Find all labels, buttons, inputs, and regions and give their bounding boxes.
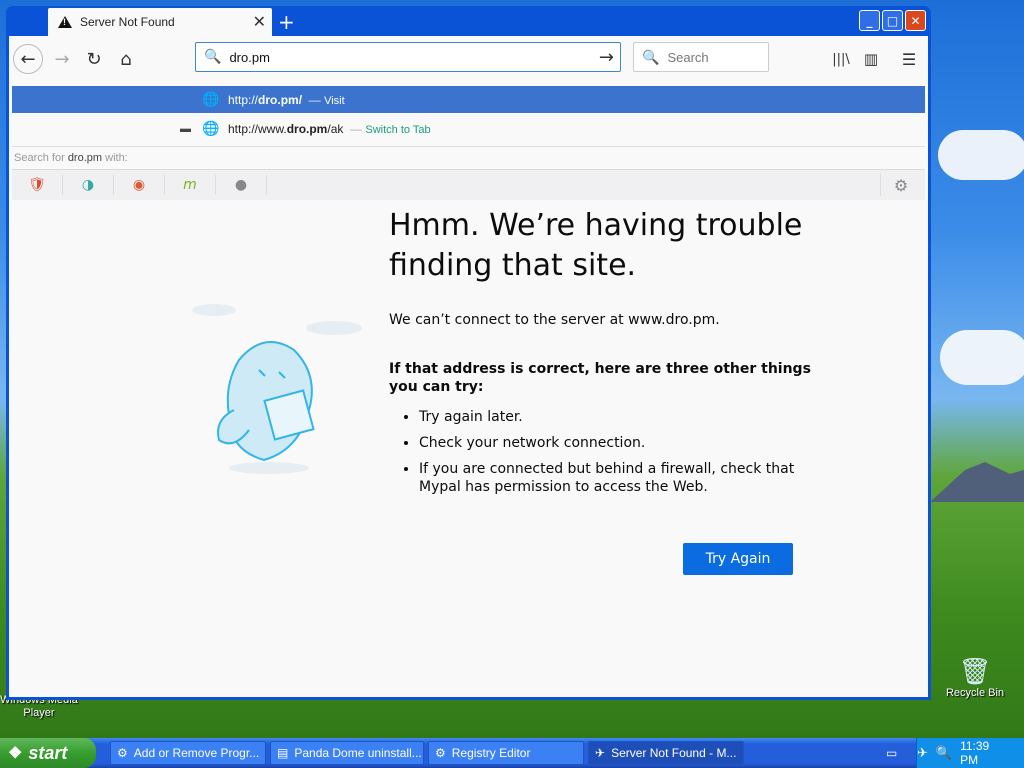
url-suggestion-popup: 🌐 http://dro.pm/ — Visit ▬ 🌐 http://www.… — [9, 82, 928, 201]
try-again-button[interactable]: Try Again — [683, 543, 793, 575]
keyboard-icon[interactable]: ▭ — [886, 746, 897, 760]
tray-search-icon[interactable]: 🔍 — [936, 745, 952, 761]
search-with-term: dro.pm — [67, 152, 103, 164]
suggestion-item: If you are connected but behind a firewa… — [419, 460, 819, 496]
error-page: Hmm. We’re having trouble finding that s… — [9, 200, 928, 697]
tab-close-icon[interactable]: ✕ — [253, 12, 266, 32]
clock[interactable]: 11:39 PM — [960, 739, 1010, 767]
tab-server-not-found[interactable]: Server Not Found ✕ — [48, 8, 272, 36]
system-tray: ✈ 🔍 11:39 PM — [916, 738, 1024, 768]
suggestion-url-prefix: http:// — [228, 92, 259, 107]
duckduckgo-search-icon[interactable]: ◉ — [114, 175, 165, 195]
search-with-suffix: with: — [105, 152, 128, 164]
cloud — [938, 130, 1024, 180]
globe-icon: 🌐 — [202, 120, 220, 136]
tab-strip: Server Not Found ✕ + _ □ ✕ — [6, 6, 931, 36]
browser-icon: ✈ — [595, 746, 606, 760]
taskbar-item[interactable]: ▤ Panda Dome uninstall... — [270, 741, 424, 765]
maximize-button[interactable]: □ — [882, 10, 903, 31]
distant-hill — [930, 462, 1024, 502]
suggestion-row[interactable]: 🌐 http://dro.pm/ — Visit — [12, 86, 925, 113]
menu-button[interactable]: ☰ — [894, 44, 924, 74]
suggestion-item: Try again later. — [419, 408, 819, 426]
go-arrow-button[interactable]: → — [599, 47, 614, 68]
tab-icon: ▬ — [180, 122, 191, 135]
new-tab-button[interactable]: + — [278, 10, 295, 34]
suggestion-url-suffix: / — [298, 92, 303, 107]
control-panel-icon: ⚙ — [117, 746, 128, 760]
search-icon: 🔍 — [642, 48, 660, 65]
search-placeholder: Search — [667, 49, 709, 65]
suggestion-url-prefix: http://www. — [228, 121, 287, 136]
page-title-line-2: finding that site. — [389, 248, 637, 283]
search-with-prefix: Search for — [14, 152, 65, 164]
error-illustration — [192, 304, 362, 474]
tab-title: Server Not Found — [80, 15, 175, 29]
taskbar-item-label: Add or Remove Progr... — [133, 746, 260, 760]
search-engine-bar: 🛡 ◑ ◉ m ● ⚙ — [12, 169, 925, 200]
separator: — — [305, 92, 325, 107]
suggestion-url-suffix: /ak — [327, 121, 344, 136]
taskbar-item-label: Registry Editor — [451, 746, 531, 760]
url-input[interactable]: dro.pm — [229, 50, 269, 65]
suggestions-list: Try again later. Check your network conn… — [389, 408, 819, 504]
recycle-bin-label: Recycle Bin — [945, 687, 1005, 699]
page-title: Hmm. We’re having trouble finding that s… — [389, 206, 849, 286]
taskbar-item-label: Panda Dome uninstall... — [294, 746, 422, 760]
search-box[interactable]: 🔍 Search — [633, 42, 769, 72]
cloud-decoration — [192, 304, 362, 335]
taskbar: ❖ start ⚙ Add or Remove Progr... ▤ Panda… — [0, 738, 1024, 768]
library-button[interactable]: |||\ — [826, 44, 856, 74]
browser-window: Server Not Found ✕ + _ □ ✕ ← → ↻ ⌂ 🔍 dro… — [6, 6, 931, 700]
sidebar-button[interactable]: ▥ — [856, 44, 886, 74]
taskbar-item[interactable]: ⚙ Add or Remove Progr... — [110, 741, 266, 765]
gear-icon[interactable]: ⚙ — [880, 174, 921, 196]
suggestions-heading: If that address is correct, here are thr… — [389, 361, 811, 395]
start-label: start — [28, 742, 68, 763]
suggestion-url: http://dro.pm/ — Visit — [228, 93, 345, 107]
reload-button[interactable]: ↻ — [79, 44, 109, 74]
media-player-label-2: Player — [23, 707, 55, 719]
brave-search-icon[interactable]: 🛡 — [12, 175, 63, 195]
suggestion-url-bold: dro.pm — [286, 121, 328, 136]
installer-icon: ▤ — [277, 746, 289, 760]
search-icon: 🔍 — [204, 49, 222, 65]
suggestion-action: Switch to Tab — [365, 123, 431, 136]
url-bar[interactable]: 🔍 dro.pm → — [195, 42, 621, 72]
back-button[interactable]: ← — [13, 44, 43, 74]
registry-editor-icon: ⚙ — [435, 746, 446, 760]
error-description: We can’t connect to the server at www.dr… — [389, 312, 720, 328]
taskbar-item[interactable]: ⚙ Registry Editor — [428, 741, 584, 765]
tray-app-icon[interactable]: ✈ — [917, 745, 928, 761]
qwant-search-icon[interactable]: ◑ — [63, 175, 114, 195]
page-title-line-1: Hmm. We’re having trouble — [389, 208, 803, 243]
desktop-icon-recycle-bin[interactable]: 🗑 Recycle Bin — [940, 656, 1010, 699]
warning-icon — [58, 16, 72, 28]
nav-toolbar: ← → ↻ ⌂ 🔍 dro.pm → 🔍 Search |||\ ▥ ☰ — [9, 36, 928, 83]
taskbar-item-label: Server Not Found - M... — [611, 746, 737, 760]
start-button[interactable]: ❖ start — [0, 738, 96, 768]
generic-search-icon[interactable]: ● — [216, 175, 267, 195]
globe-icon: 🌐 — [202, 91, 220, 107]
taskbar-item[interactable]: ✈ Server Not Found - M... — [588, 741, 744, 765]
home-button[interactable]: ⌂ — [111, 44, 141, 74]
windows-logo-icon: ❖ — [8, 745, 23, 762]
suggestion-item: Check your network connection. — [419, 434, 819, 452]
suggestion-url: http://www.dro.pm/ak — Switch to Tab — [228, 122, 431, 136]
cloud — [940, 330, 1024, 385]
recycle-bin-icon: 🗑 — [958, 656, 992, 686]
suggestion-action: Visit — [324, 94, 345, 107]
shadow — [229, 462, 309, 474]
suggestion-url-bold: dro.pm — [258, 92, 299, 107]
browser-frame: ← → ↻ ⌂ 🔍 dro.pm → 🔍 Search |||\ ▥ ☰ 🌐 h… — [9, 36, 928, 697]
forward-button[interactable]: → — [47, 44, 77, 74]
minimize-button[interactable]: _ — [859, 10, 880, 31]
suggestion-row[interactable]: ▬ 🌐 http://www.dro.pm/ak — Switch to Tab — [12, 115, 925, 142]
separator: — — [346, 121, 366, 136]
dinosaur-icon — [217, 341, 315, 462]
close-window-button[interactable]: ✕ — [905, 10, 926, 31]
search-with-label: Search for dro.pm with: — [12, 146, 925, 168]
mojeek-search-icon[interactable]: m — [165, 175, 216, 195]
